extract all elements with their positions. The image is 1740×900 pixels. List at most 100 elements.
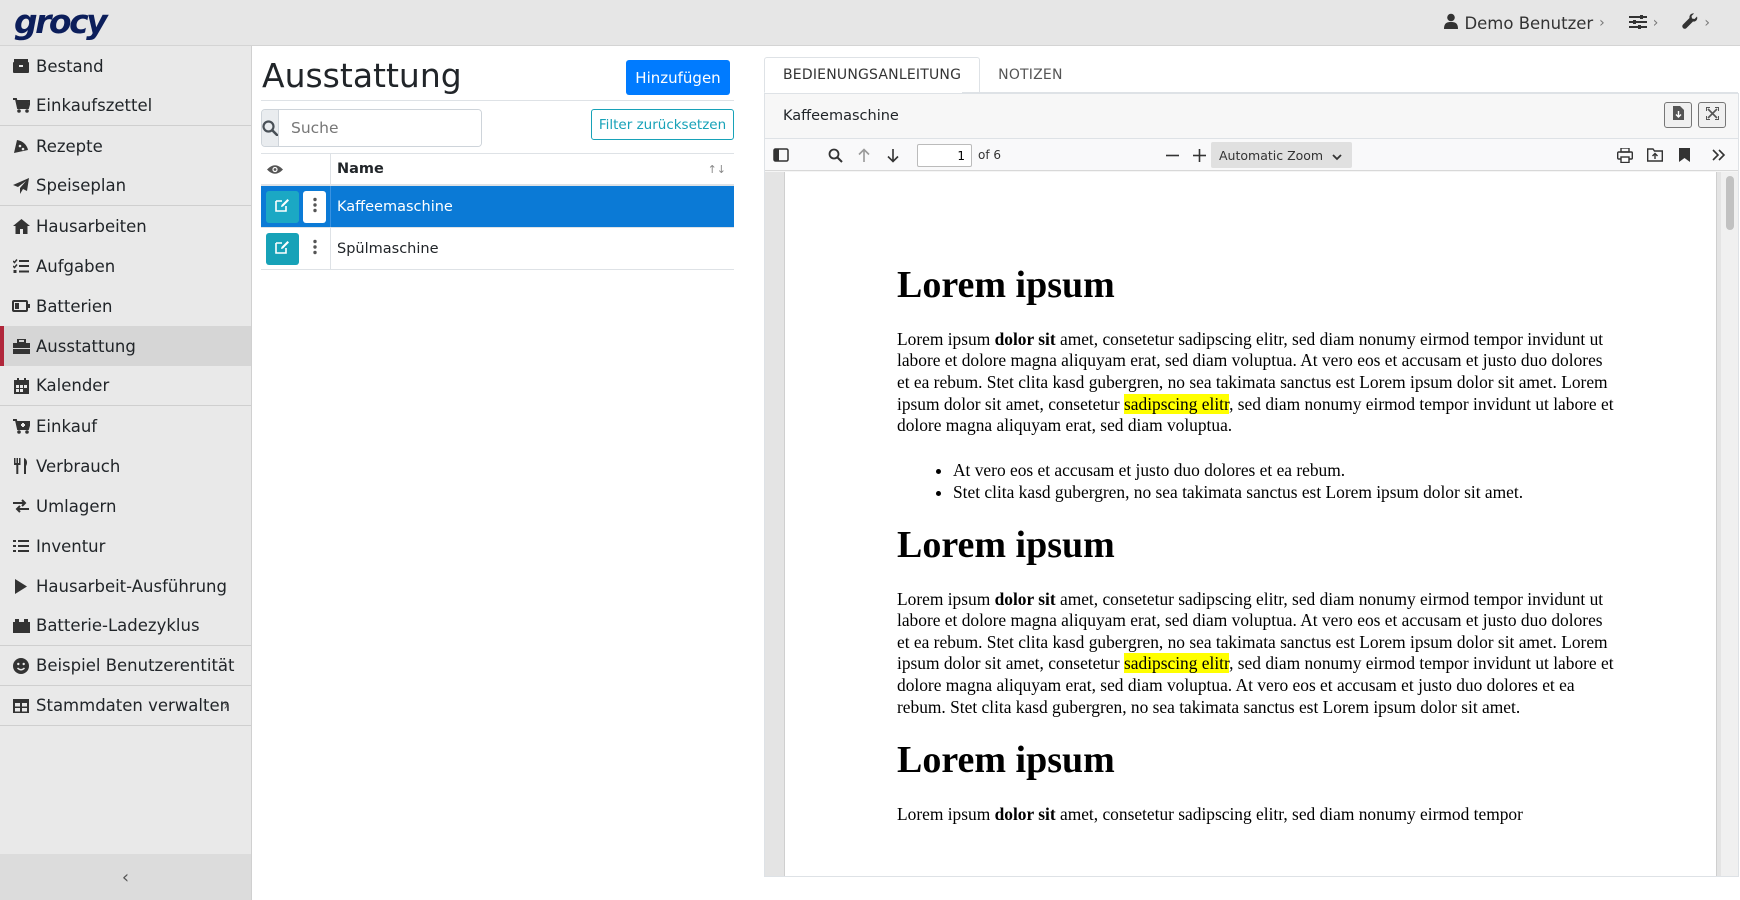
next-page-icon[interactable] [883, 145, 903, 165]
page-title: Ausstattung [262, 56, 462, 95]
kebab-icon [312, 239, 317, 259]
file-download-icon [1672, 106, 1684, 124]
print-icon[interactable] [1615, 145, 1635, 165]
filter-reset-button[interactable]: Filter zurücksetzen [591, 109, 734, 140]
equipment-name: Kaffeemaschine [337, 198, 453, 215]
sidebar-item-label: Hausarbeit-Ausführung [36, 576, 227, 596]
sidebar-item-ausstattung[interactable]: Ausstattung [0, 326, 251, 366]
battery-icon [12, 298, 30, 314]
tab-notizen[interactable]: NOTIZEN [980, 57, 1080, 93]
table-row[interactable]: Kaffeemaschine [261, 186, 734, 228]
eye-icon [267, 160, 283, 179]
zoom-select[interactable]: Automatic Zoom [1211, 142, 1352, 168]
sidebar-item-bestand[interactable]: Bestand [0, 46, 251, 86]
pdf-document-text: Lorem ipsum Lorem ipsum dolor sit amet, … [897, 264, 1617, 848]
settings-menu[interactable]: › [1628, 14, 1658, 33]
zoom-in-icon[interactable] [1189, 145, 1209, 165]
sidebar-item-einkaufszettel[interactable]: Einkaufszettel [0, 86, 251, 126]
fullscreen-button[interactable] [1698, 102, 1726, 128]
calendar-icon [12, 377, 30, 394]
sidebar-item-label: Inventur [36, 536, 106, 556]
title-divider [261, 100, 734, 101]
pdf-scrollbar[interactable] [1721, 172, 1738, 876]
open-file-icon[interactable] [1645, 145, 1665, 165]
home-icon [12, 218, 30, 234]
sidebar-item-label: Speiseplan [36, 176, 127, 195]
column-header-name[interactable]: Name [331, 161, 734, 177]
search-group [261, 109, 482, 147]
sidebar-item-umlagern[interactable]: Umlagern [0, 486, 251, 526]
sidebar-item-label: Aufgaben [36, 256, 116, 276]
equipment-table: Name ↑↓ Kaffeemaschine Spülmaschine [261, 153, 734, 270]
sidebar-item-label: Einkaufszettel [36, 96, 153, 115]
sidebar-item-aufgaben[interactable]: Aufgaben [0, 246, 251, 286]
sidebar-item-label: Batterien [36, 296, 113, 316]
tools-menu[interactable]: › [1682, 13, 1710, 33]
edit-button[interactable] [266, 232, 299, 265]
pdf-viewport[interactable]: Lorem ipsum Lorem ipsum dolor sit amet, … [765, 172, 1738, 876]
section-heading: Lorem ipsum [897, 739, 1115, 782]
list-item: At vero eos et accusam et justo duo dolo… [953, 459, 1617, 481]
edit-button[interactable] [266, 190, 299, 223]
equipment-name: Spülmaschine [337, 240, 439, 257]
sort-icon[interactable]: ↑↓ [708, 163, 726, 176]
table-row[interactable]: Spülmaschine [261, 228, 734, 270]
column-visibility-toggle[interactable] [261, 154, 331, 184]
tab-bedienungsanleitung[interactable]: BEDIENUNGSANLEITUNG [764, 57, 981, 93]
sidebar-item-batterien[interactable]: Batterien [0, 286, 251, 326]
sidebar-item-hausarbeiten[interactable]: Hausarbeiten [0, 206, 251, 246]
page-number-input[interactable] [917, 144, 972, 167]
row-actions [261, 228, 331, 269]
pdf-toolbar: of 6 Automatic Zoom [765, 139, 1738, 171]
sidebar-item-hausarbeit-ausfuehrung[interactable]: Hausarbeit-Ausführung [0, 566, 251, 606]
more-options-button[interactable] [303, 233, 326, 265]
paper-plane-icon [12, 177, 30, 194]
previous-page-icon[interactable] [854, 145, 874, 165]
list-item: Stet clita kasd gubergren, no sea takima… [953, 481, 1617, 503]
pizza-icon [12, 138, 30, 154]
sidebar-toggle-icon[interactable] [771, 145, 791, 165]
chevron-left-icon: ‹ [121, 866, 130, 888]
tools-more-icon[interactable] [1709, 145, 1729, 165]
kebab-icon [312, 197, 317, 217]
pdf-page: Lorem ipsum Lorem ipsum dolor sit amet, … [784, 172, 1717, 876]
zoom-out-icon[interactable] [1162, 145, 1182, 165]
sidebar-item-einkauf[interactable]: Einkauf [0, 406, 251, 446]
bookmark-icon[interactable] [1674, 145, 1694, 165]
sidebar-item-verbrauch[interactable]: Verbrauch [0, 446, 251, 486]
sidebar-item-label: Batterie-Ladezyklus [36, 616, 200, 635]
section-heading: Lorem ipsum [897, 523, 1115, 566]
app-logo[interactable]: grocy [14, 2, 108, 41]
sidebar-item-label: Verbrauch [36, 456, 121, 476]
page-count: of 6 [978, 148, 1002, 162]
cart-icon [12, 98, 30, 114]
scrollbar-thumb[interactable] [1726, 176, 1734, 230]
highlighted-text: sadipscing elitr [1124, 393, 1230, 414]
card-title: Kaffeemaschine [783, 108, 899, 124]
sidebar-item-stammdaten[interactable]: Stammdaten verwalten › [0, 686, 251, 726]
sidebar-item-rezepte[interactable]: Rezepte [0, 126, 251, 166]
top-navbar: grocy Demo Benutzer › › › [0, 0, 1740, 46]
more-options-button[interactable] [303, 190, 326, 223]
sidebar-item-benutzerentitaet[interactable]: Beispiel Benutzerentität [0, 646, 251, 686]
chevron-down-icon [1332, 149, 1342, 164]
search-input[interactable] [279, 110, 481, 146]
download-file-button[interactable] [1664, 102, 1692, 128]
table-icon [12, 698, 30, 714]
user-menu[interactable]: Demo Benutzer › [1444, 13, 1605, 33]
manual-card: Kaffeemaschine of 6 [764, 93, 1739, 877]
detail-tabs: BEDIENUNGSANLEITUNG NOTIZEN [764, 57, 1739, 93]
sidebar-item-label: Kalender [36, 376, 110, 395]
add-button[interactable]: Hinzufügen [626, 60, 730, 95]
row-actions [261, 186, 331, 227]
top-right-menu: Demo Benutzer › › › [1444, 0, 1710, 46]
sidebar-collapse-button[interactable]: ‹ [0, 854, 251, 900]
box-icon [12, 58, 30, 74]
sidebar-item-speiseplan[interactable]: Speiseplan [0, 166, 251, 206]
find-icon[interactable] [825, 145, 845, 165]
sliders-icon [1628, 14, 1647, 33]
sidebar-item-batterie-ladezyklus[interactable]: Batterie-Ladezyklus [0, 606, 251, 646]
table-header: Name ↑↓ [261, 153, 734, 186]
sidebar-item-kalender[interactable]: Kalender [0, 366, 251, 406]
sidebar-item-inventur[interactable]: Inventur [0, 526, 251, 566]
